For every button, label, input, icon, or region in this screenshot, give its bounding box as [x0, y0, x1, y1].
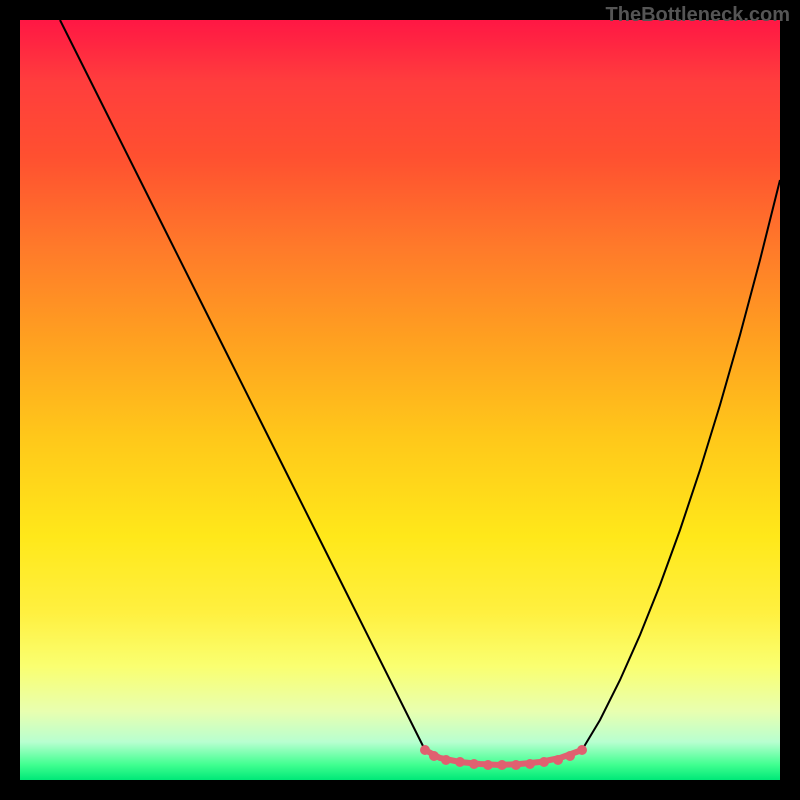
marker-dot: [553, 755, 563, 765]
marker-dot: [565, 751, 575, 761]
marker-dot: [441, 755, 451, 765]
marker-dot: [497, 760, 507, 770]
marker-dot: [429, 751, 439, 761]
right-curve: [582, 180, 780, 750]
chart-svg: [20, 20, 780, 780]
marker-dot: [511, 760, 521, 770]
marker-dot: [420, 745, 430, 755]
marker-dot: [525, 759, 535, 769]
marker-dot: [455, 757, 465, 767]
marker-dot: [539, 757, 549, 767]
watermark-text: TheBottleneck.com: [606, 4, 790, 27]
marker-dot: [483, 760, 493, 770]
plot-area: [20, 20, 780, 780]
marker-dot: [469, 759, 479, 769]
marker-dot: [577, 745, 587, 755]
left-curve: [60, 20, 425, 750]
bottom-markers: [420, 745, 587, 770]
